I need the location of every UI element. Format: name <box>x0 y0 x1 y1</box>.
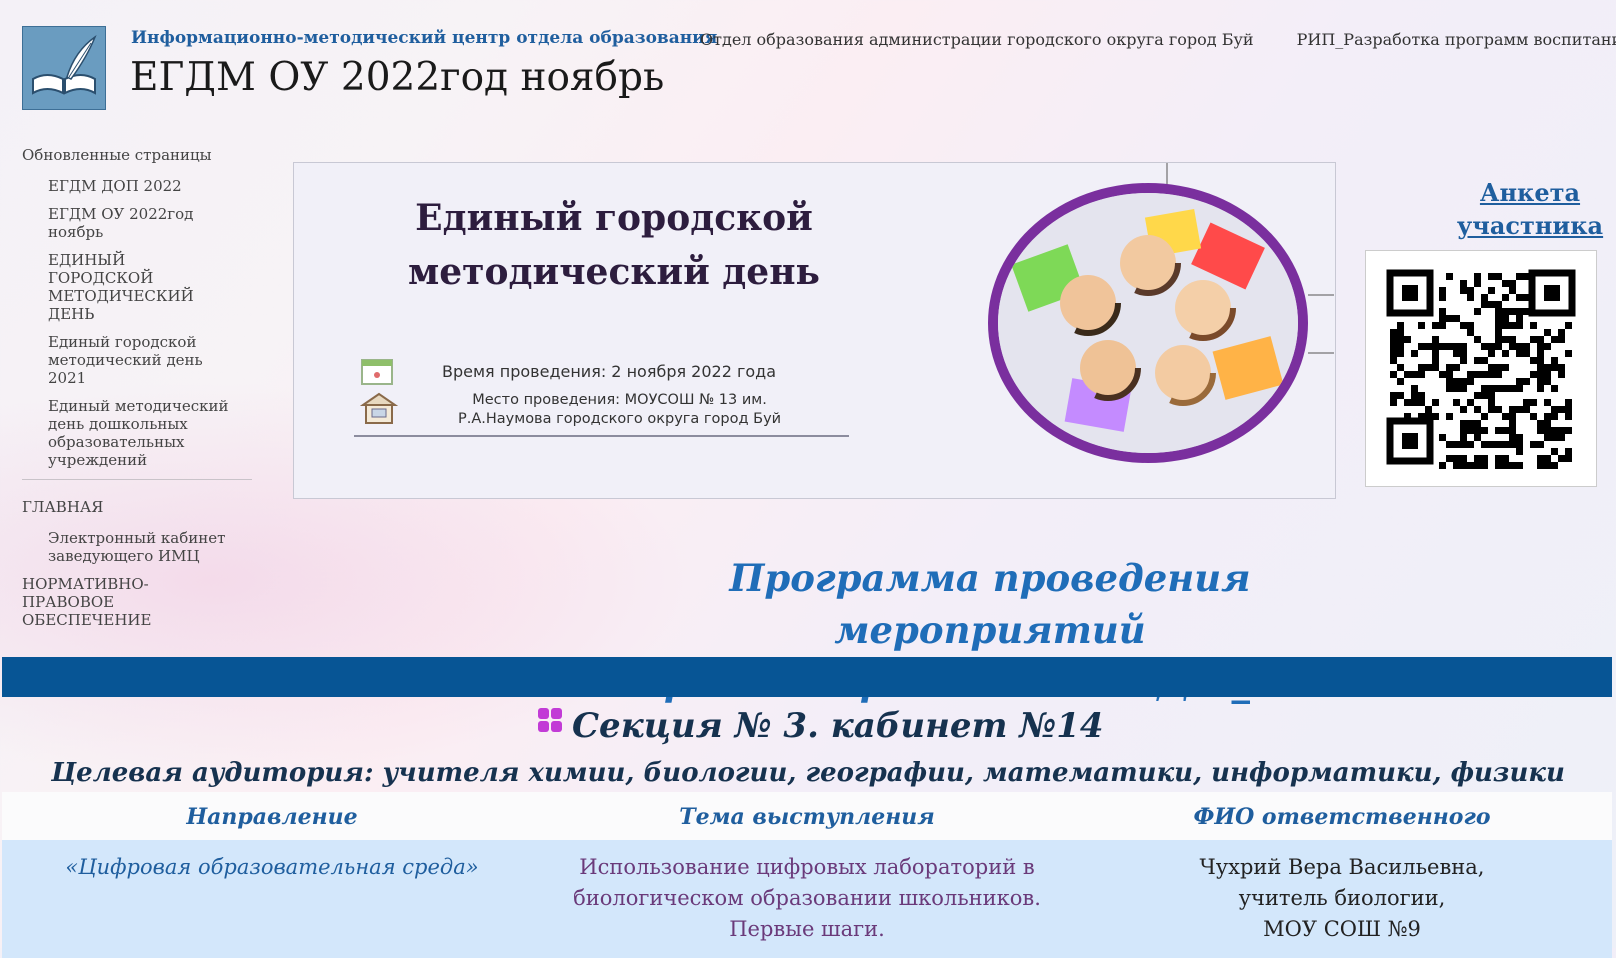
sidebar-divider <box>22 479 252 480</box>
sidebar: Обновленные страницы ЕГДМ ДОП 2022 ЕГДМ … <box>22 146 252 656</box>
site-organization[interactable]: Информационно-методический центр отдела … <box>131 28 717 48</box>
sidebar-normative-heading[interactable]: НОРМАТИВНО-ПРАВОВОЕ ОБЕСПЕЧЕНИЕ <box>22 575 172 629</box>
table-row: «Цифровая образовательная среда» Использ… <box>2 840 1612 958</box>
qr-code-icon <box>1366 251 1596 486</box>
cell-person-role: учитель биологии, <box>1238 886 1446 910</box>
column-header-topic: Тема выступления <box>679 804 935 830</box>
cell-direction: «Цифровая образовательная среда» <box>65 855 479 879</box>
section-divider-bar <box>2 657 1612 697</box>
flower-icon <box>538 708 562 732</box>
sidebar-item-egdm-2021[interactable]: Единый городской методический день 2021 <box>22 333 218 387</box>
children-photo <box>988 183 1308 463</box>
program-heading-line1: Программа проведения мероприятий <box>729 556 1251 652</box>
participant-form-link[interactable]: Анкета участника <box>1455 176 1605 242</box>
column-header-direction: Направление <box>186 804 358 830</box>
sidebar-item-electronic-office[interactable]: Электронный кабинет заведующего ИМЦ <box>22 529 238 565</box>
sidebar-item-preschool-day[interactable]: Единый методический день дошкольных обра… <box>22 397 238 469</box>
event-banner: Единый городской методический день Время… <box>293 162 1336 499</box>
qr-code[interactable] <box>1365 250 1597 487</box>
section-title: Секция № 3. кабинет №14 <box>572 706 1104 746</box>
sidebar-item-egdm-dop-2022[interactable]: ЕГДМ ДОП 2022 <box>22 177 252 195</box>
children-illustration <box>998 193 1298 453</box>
table-header: Направление Тема выступления ФИО ответст… <box>2 792 1612 840</box>
nav-item-education-department[interactable]: Отдел образования администрации городско… <box>700 30 1254 49</box>
column-header-person: ФИО ответственного <box>1193 804 1491 830</box>
program-table: Направление Тема выступления ФИО ответст… <box>2 792 1612 958</box>
target-audience: Целевая аудитория: учителя химии, биолог… <box>51 758 1565 788</box>
nav-item-rip-programs[interactable]: РИП_Разработка программ воспитания <box>1297 30 1616 49</box>
sidebar-updated-heading[interactable]: Обновленные страницы <box>22 146 252 164</box>
cell-person-name: Чухрий Вера Васильевна, <box>1199 855 1485 879</box>
sidebar-main-heading[interactable]: ГЛАВНАЯ <box>22 498 252 516</box>
cell-topic: Использование цифровых лабораторий в био… <box>573 855 1041 941</box>
site-title: ЕГДМ ОУ 2022год ноябрь <box>130 55 665 100</box>
top-navigation: Отдел образования администрации городско… <box>700 30 1616 56</box>
site-logo[interactable] <box>22 26 106 110</box>
sidebar-item-egdm-ou-2022[interactable]: ЕГДМ ОУ 2022год ноябрь <box>22 205 198 241</box>
cell-person-org: МОУ СОШ №9 <box>1263 917 1421 941</box>
book-quill-icon <box>23 27 105 109</box>
cell-person: Чухрий Вера Васильевна, учитель биологии… <box>1102 852 1582 945</box>
sidebar-item-egdm-day[interactable]: ЕДИНЫЙ ГОРОДСКОЙ МЕТОДИЧЕСКИЙ ДЕНЬ <box>22 251 198 323</box>
